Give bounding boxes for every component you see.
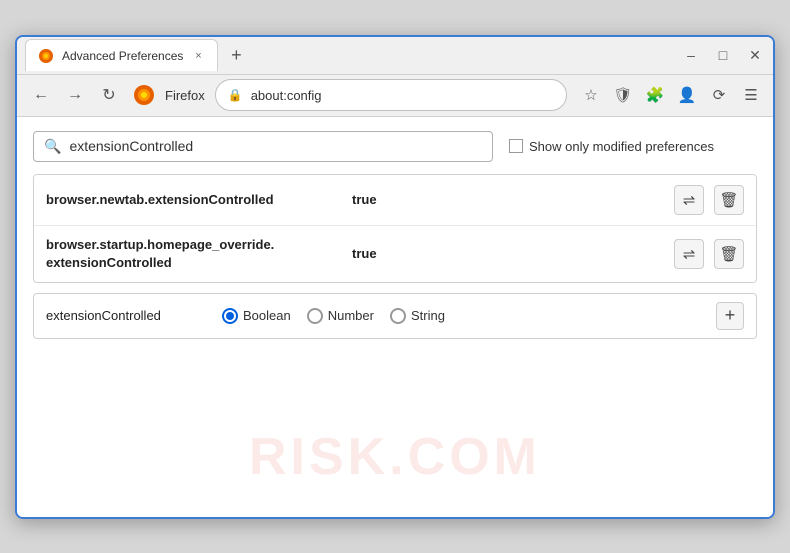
row-actions-1: ⇌ 🗑: [674, 185, 744, 215]
address-bar[interactable]: 🔒 about:config: [215, 79, 567, 111]
type-options: Boolean Number String: [222, 308, 445, 324]
back-button[interactable]: ←: [27, 81, 55, 109]
firefox-logo-icon: [133, 84, 155, 106]
type-boolean-label: Boolean: [243, 308, 291, 323]
type-number[interactable]: Number: [307, 308, 374, 324]
pref-value-1: true: [352, 192, 377, 207]
radio-boolean-icon: [222, 308, 238, 324]
window-controls: – □ ✕: [681, 45, 765, 65]
pref-name-1: browser.newtab.extensionControlled: [46, 192, 346, 207]
watermark: RISK.COM: [249, 427, 541, 487]
table-row[interactable]: browser.newtab.extensionControlled true …: [34, 175, 756, 226]
window-close-button[interactable]: ✕: [745, 45, 765, 65]
radio-string-icon: [390, 308, 406, 324]
tab-close-button[interactable]: ×: [191, 49, 205, 63]
swap-button-1[interactable]: ⇌: [674, 185, 704, 215]
delete-button-1[interactable]: 🗑: [714, 185, 744, 215]
search-input[interactable]: [69, 138, 482, 154]
pref-value-2: true: [352, 246, 377, 261]
lock-icon: 🔒: [228, 88, 243, 102]
row-actions-2: ⇌ 🗑: [674, 239, 744, 269]
extension-icon[interactable]: 🧩: [643, 83, 667, 107]
profile-icon[interactable]: 👤: [675, 83, 699, 107]
page-content: RISK.COM 🔍 Show only modified preference…: [17, 117, 773, 517]
swap-button-2[interactable]: ⇌: [674, 239, 704, 269]
nav-bar: ← → ↻ Firefox 🔒 about:config ☆ 🛡 🧩 👤 ⟳ ☰: [17, 75, 773, 117]
menu-icon[interactable]: ☰: [739, 83, 763, 107]
search-box[interactable]: 🔍: [33, 131, 493, 162]
type-string-label: String: [411, 308, 445, 323]
show-modified-checkbox[interactable]: [509, 139, 523, 153]
new-pref-name: extensionControlled: [46, 308, 206, 323]
show-modified-label[interactable]: Show only modified preferences: [509, 139, 714, 154]
new-pref-row: extensionControlled Boolean Number Strin…: [33, 293, 757, 339]
add-pref-button[interactable]: +: [716, 302, 744, 330]
tab-title: Advanced Preferences: [62, 49, 183, 63]
nav-icons-group: ☆ 🛡 🧩 👤 ⟳ ☰: [579, 83, 763, 107]
url-text: about:config: [251, 88, 322, 103]
delete-button-2[interactable]: 🗑: [714, 239, 744, 269]
shield-icon[interactable]: 🛡: [611, 83, 635, 107]
refresh-button[interactable]: ↻: [95, 81, 123, 109]
browser-tab[interactable]: Advanced Preferences ×: [25, 39, 218, 71]
type-string[interactable]: String: [390, 308, 445, 324]
browser-window: Advanced Preferences × + – □ ✕ ← → ↻ Fir…: [15, 35, 775, 519]
results-table: browser.newtab.extensionControlled true …: [33, 174, 757, 283]
search-icon: 🔍: [44, 138, 61, 155]
browser-name: Firefox: [165, 88, 205, 103]
bookmark-icon[interactable]: ☆: [579, 83, 603, 107]
maximize-button[interactable]: □: [713, 45, 733, 65]
tab-favicon: [38, 48, 54, 64]
sync-icon[interactable]: ⟳: [707, 83, 731, 107]
show-modified-text: Show only modified preferences: [529, 139, 714, 154]
new-tab-button[interactable]: +: [222, 41, 250, 69]
type-number-label: Number: [328, 308, 374, 323]
table-row[interactable]: browser.startup.homepage_override. exten…: [34, 226, 756, 282]
minimize-button[interactable]: –: [681, 45, 701, 65]
type-boolean[interactable]: Boolean: [222, 308, 291, 324]
pref-name-2: browser.startup.homepage_override. exten…: [46, 236, 346, 272]
search-row: 🔍 Show only modified preferences: [33, 131, 757, 162]
forward-button[interactable]: →: [61, 81, 89, 109]
title-bar: Advanced Preferences × + – □ ✕: [17, 37, 773, 75]
radio-number-icon: [307, 308, 323, 324]
